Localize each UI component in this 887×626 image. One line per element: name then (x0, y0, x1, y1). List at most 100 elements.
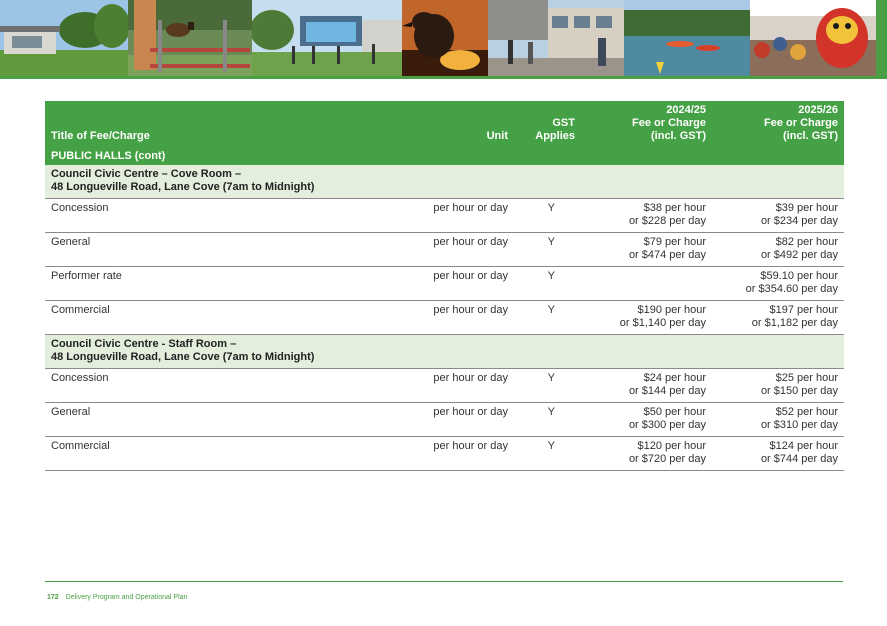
fee-hourly: $59.10 per hour (760, 270, 838, 282)
fee-2024-25: $38 per hour or $228 per day (581, 198, 712, 233)
venue-title: Council Civic Centre – Cove Room – 48 Lo… (45, 165, 844, 199)
fee-title: General (45, 402, 411, 437)
fee-hourly: $50 per hour (643, 406, 706, 418)
fee-title: Concession (45, 368, 411, 403)
table-row: General per hour or day Y $79 per hour o… (45, 232, 844, 267)
banner-photo-outdoor-exercise (252, 0, 402, 76)
fee-title: Concession (45, 198, 411, 233)
fee-hourly: $124 per hour (769, 440, 839, 452)
fee-hourly: $120 per hour (637, 440, 707, 452)
fee-table: Title of Fee/Charge Unit GST Applies 202… (45, 101, 844, 471)
fee-unit: per hour or day (411, 436, 514, 471)
table-header-row: Title of Fee/Charge Unit GST Applies 202… (45, 101, 844, 147)
fee-daily: or $310 per day (760, 419, 838, 431)
banner-photo-lion-dance-festival (750, 0, 887, 76)
section-row: PUBLIC HALLS (cont) (45, 147, 844, 165)
fee-unit: per hour or day (411, 300, 514, 335)
table-row: Performer rate per hour or day Y $59.10 … (45, 266, 844, 301)
fee-title: Performer rate (45, 266, 411, 301)
fee-2025-26: $59.10 per hour or $354.60 per day (712, 266, 844, 301)
fee-title: Commercial (45, 300, 411, 335)
header-fee-2024-25-gst: (incl. GST) (651, 130, 706, 142)
table-row: General per hour or day Y $50 per hour o… (45, 402, 844, 437)
fee-2025-26: $25 per hour or $150 per day (712, 368, 844, 403)
header-fee-2025-26-year: 2025/26 (798, 104, 838, 116)
header-fee-2025-26-gst: (incl. GST) (783, 130, 838, 142)
fee-2025-26: $52 per hour or $310 per day (712, 402, 844, 437)
header-fee-2025-26: 2025/26 Fee or Charge (incl. GST) (712, 101, 844, 147)
fee-unit: per hour or day (411, 232, 514, 267)
fee-hourly: $39 per hour (775, 202, 838, 214)
table-row: Concession per hour or day Y $38 per hou… (45, 198, 844, 233)
banner-divider (0, 76, 887, 79)
venue-address: 48 Longueville Road, Lane Cove (7am to M… (51, 181, 315, 193)
footer-divider (45, 581, 843, 582)
fee-gst: Y (514, 436, 581, 471)
venue-title: Council Civic Centre - Staff Room – 48 L… (45, 334, 844, 369)
fee-2024-25: $190 per hour or $1,140 per day (581, 300, 712, 335)
fee-2024-25: $120 per hour or $720 per day (581, 436, 712, 471)
fee-hourly: $25 per hour (775, 372, 838, 384)
fee-gst: Y (514, 402, 581, 437)
fee-daily: or $744 per day (760, 453, 838, 465)
fee-unit: per hour or day (411, 198, 514, 233)
fee-daily: or $300 per day (628, 419, 706, 431)
table-row: Commercial per hour or day Y $190 per ho… (45, 300, 844, 335)
header-gst-line1: GST (552, 117, 575, 129)
fee-2025-26: $124 per hour or $744 per day (712, 436, 844, 471)
fee-2024-25: $24 per hour or $144 per day (581, 368, 712, 403)
document-title: Delivery Program and Operational Plan (65, 594, 188, 601)
banner-photo-park-building (0, 0, 128, 76)
fee-gst: Y (514, 232, 581, 267)
header-fee-2025-26-label: Fee or Charge (764, 117, 838, 129)
banner-photo-kookaburra (402, 0, 488, 76)
fee-hourly: $197 per hour (769, 304, 839, 316)
fee-gst: Y (514, 300, 581, 335)
fee-2025-26: $39 per hour or $234 per day (712, 198, 844, 233)
fee-2024-25 (581, 266, 712, 301)
fee-2025-26: $197 per hour or $1,182 per day (712, 300, 844, 335)
page-footer: 172 Delivery Program and Operational Pla… (47, 594, 187, 601)
fee-2024-25: $79 per hour or $474 per day (581, 232, 712, 267)
header-title: Title of Fee/Charge (45, 101, 411, 147)
fee-hourly: $52 per hour (775, 406, 838, 418)
fee-daily: or $474 per day (628, 249, 706, 261)
venue-row-staff-room: Council Civic Centre - Staff Room – 48 L… (45, 334, 844, 369)
fee-daily: or $234 per day (760, 215, 838, 227)
fee-hourly: $79 per hour (643, 236, 706, 248)
fee-hourly: $82 per hour (775, 236, 838, 248)
header-fee-2024-25: 2024/25 Fee or Charge (incl. GST) (581, 101, 712, 147)
venue-name: Council Civic Centre - Staff Room – (51, 338, 237, 350)
fee-title: General (45, 232, 411, 267)
fee-gst: Y (514, 198, 581, 233)
fee-daily: or $228 per day (628, 215, 706, 227)
venue-address: 48 Longueville Road, Lane Cove (7am to M… (51, 351, 315, 363)
section-title: PUBLIC HALLS (cont) (45, 147, 844, 165)
header-gst: GST Applies (514, 101, 581, 147)
fee-daily: or $492 per day (760, 249, 838, 261)
fee-daily: or $1,182 per day (751, 317, 838, 329)
fee-daily: or $144 per day (628, 385, 706, 397)
fee-unit: per hour or day (411, 266, 514, 301)
header-fee-2024-25-label: Fee or Charge (632, 117, 706, 129)
fee-gst: Y (514, 266, 581, 301)
venue-row-cove-room: Council Civic Centre – Cove Room – 48 Lo… (45, 165, 844, 199)
fee-unit: per hour or day (411, 402, 514, 437)
fee-daily: or $1,140 per day (619, 317, 706, 329)
fee-daily: or $354.60 per day (745, 283, 838, 295)
fee-hourly: $190 per hour (637, 304, 707, 316)
table-row: Commercial per hour or day Y $120 per ho… (45, 436, 844, 471)
page-number: 172 (47, 594, 59, 601)
banner-photo-river-kayaking (624, 0, 750, 76)
fee-hourly: $38 per hour (643, 202, 706, 214)
header-unit: Unit (411, 101, 514, 147)
fee-unit: per hour or day (411, 368, 514, 403)
fee-daily: or $150 per day (760, 385, 838, 397)
photo-banner (0, 0, 887, 76)
banner-photo-dog-agility (128, 0, 252, 76)
banner-photo-street-scene (488, 0, 624, 76)
fee-2024-25: $50 per hour or $300 per day (581, 402, 712, 437)
fee-title: Commercial (45, 436, 411, 471)
table-row: Concession per hour or day Y $24 per hou… (45, 368, 844, 403)
header-fee-2024-25-year: 2024/25 (666, 104, 706, 116)
